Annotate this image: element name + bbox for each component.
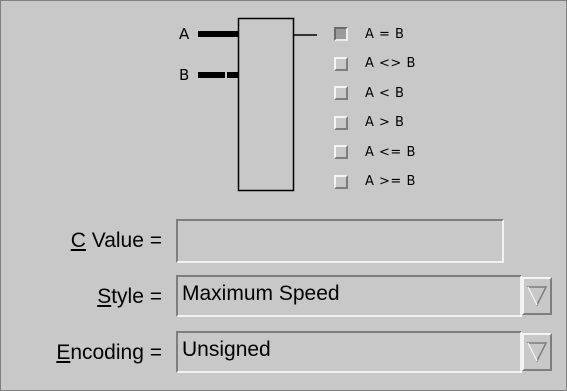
operation-label: A <> B [365, 56, 416, 71]
encoding-dropdown-button[interactable] [522, 333, 552, 371]
encoding-label: Encoding = [56, 341, 162, 364]
operation-radio[interactable] [334, 145, 348, 159]
operation-radio[interactable] [334, 86, 348, 100]
operation-option[interactable]: A > B [334, 114, 404, 132]
operation-label: A <= B [365, 144, 416, 160]
operation-option[interactable]: A = B [334, 25, 404, 43]
encoding-select[interactable]: Unsigned [176, 331, 522, 373]
comparator-diagram: A B A = BA <> BA < BA > BA <= BA >= B [1, 1, 567, 206]
operation-radio[interactable] [334, 27, 348, 41]
operation-option[interactable]: A <= B [334, 143, 416, 161]
comparator-block [237, 17, 295, 192]
operation-label: A > B [365, 115, 405, 130]
style-select[interactable]: Maximum Speed [176, 275, 522, 317]
operation-label: A < B [365, 85, 405, 101]
input-b-bus [198, 72, 225, 78]
operation-label: A >= B [365, 174, 416, 189]
operation-option[interactable]: A <> B [334, 55, 416, 73]
style-label: Style = [97, 285, 162, 308]
operation-radio[interactable] [334, 56, 348, 71]
c-value-input[interactable] [176, 219, 504, 263]
input-a-bus [198, 31, 238, 37]
operation-option[interactable]: A < B [334, 84, 404, 102]
encoding-value: Unsigned [182, 338, 271, 361]
operation-label: A = B [365, 26, 405, 42]
input-b-bus-tap [227, 72, 238, 78]
operation-radio[interactable] [334, 115, 348, 130]
comparator-block-svg [198, 17, 317, 192]
style-value: Maximum Speed [182, 282, 340, 305]
c-value-label: C Value = [70, 229, 162, 252]
chevron-down-icon [527, 286, 547, 306]
chevron-down-icon [527, 342, 547, 362]
operation-radio[interactable] [334, 174, 348, 189]
operation-option[interactable]: A >= B [334, 173, 416, 191]
comparator-dialog: A B A = BA <> BA < BA > BA <= BA >= B C … [0, 0, 567, 391]
style-dropdown-button[interactable] [522, 277, 552, 315]
